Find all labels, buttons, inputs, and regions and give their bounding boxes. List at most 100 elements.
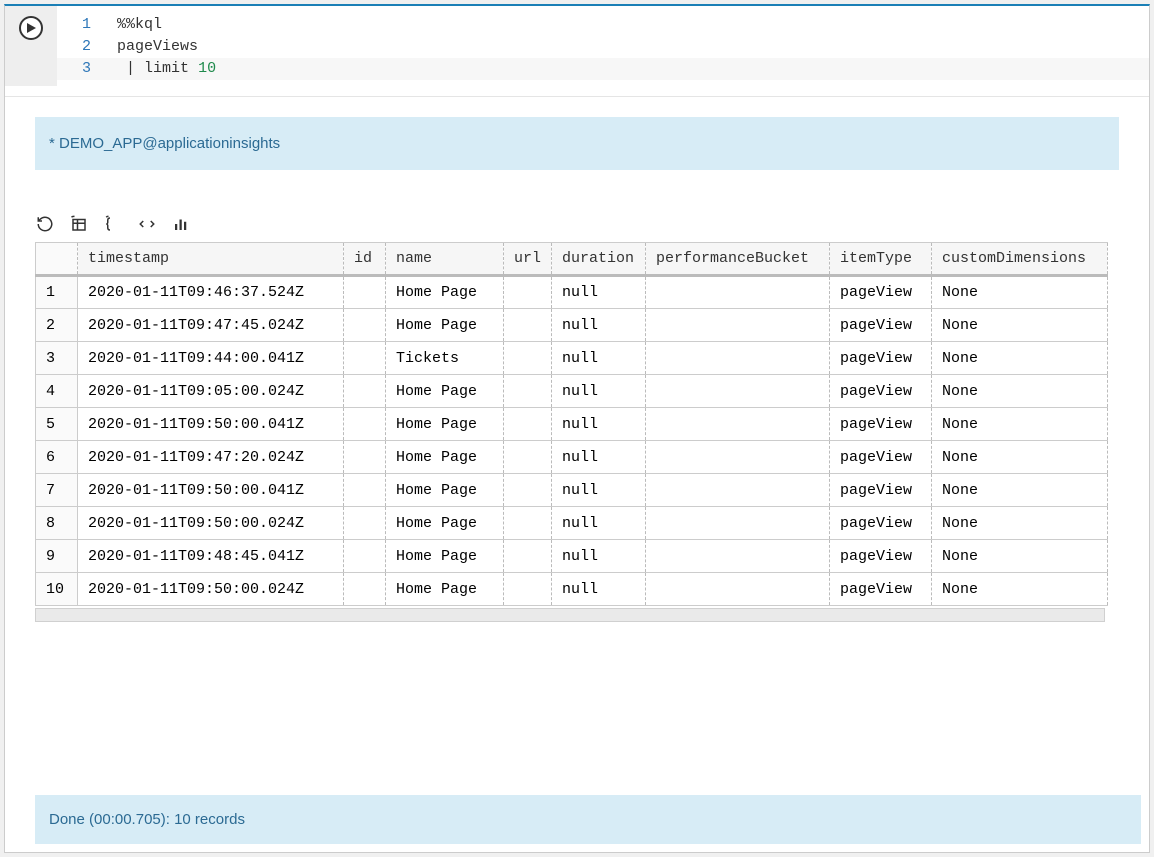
cell-customDimensions: None: [932, 441, 1108, 474]
code-editor[interactable]: 1%%kql2pageViews3 | limit 10: [57, 6, 1149, 96]
cell-name: Home Page: [386, 474, 504, 507]
cell-url: [504, 507, 552, 540]
cell-url: [504, 540, 552, 573]
code-input-area: 1%%kql2pageViews3 | limit 10: [5, 6, 1149, 97]
table-header-row: timestampidnameurldurationperformanceBuc…: [36, 243, 1108, 276]
column-header[interactable]: [36, 243, 78, 276]
table-row[interactable]: 92020-01-11T09:48:45.041ZHome Pagenullpa…: [36, 540, 1108, 573]
chart-icon[interactable]: [171, 214, 191, 234]
cell-id: [344, 507, 386, 540]
cell-customDimensions: None: [932, 507, 1108, 540]
cell-customDimensions: None: [932, 573, 1108, 606]
source-banner: * DEMO_APP@applicationinsights: [35, 117, 1119, 170]
cell-performanceBucket: [646, 375, 830, 408]
play-icon: [26, 23, 36, 33]
cell-name: Home Page: [386, 573, 504, 606]
notebook-cell: 1%%kql2pageViews3 | limit 10 * DEMO_APP@…: [4, 4, 1150, 853]
cell-customDimensions: None: [932, 375, 1108, 408]
row-index: 7: [36, 474, 78, 507]
cell-timestamp: 2020-01-11T09:47:20.024Z: [78, 441, 344, 474]
cell-customDimensions: None: [932, 408, 1108, 441]
cell-timestamp: 2020-01-11T09:44:00.041Z: [78, 342, 344, 375]
cell-id: [344, 573, 386, 606]
cell-performanceBucket: [646, 309, 830, 342]
cell-id: [344, 540, 386, 573]
table-row[interactable]: 72020-01-11T09:50:00.041ZHome Pagenullpa…: [36, 474, 1108, 507]
line-content: pageViews: [117, 36, 1149, 58]
column-header[interactable]: performanceBucket: [646, 243, 830, 276]
cell-name: Home Page: [386, 375, 504, 408]
line-content: %%kql: [117, 14, 1149, 36]
cell-customDimensions: None: [932, 342, 1108, 375]
run-cell-button[interactable]: [19, 16, 43, 40]
column-header[interactable]: name: [386, 243, 504, 276]
cell-performanceBucket: [646, 441, 830, 474]
cell-id: [344, 474, 386, 507]
cell-itemType: pageView: [830, 540, 932, 573]
table-row[interactable]: 82020-01-11T09:50:00.024ZHome Pagenullpa…: [36, 507, 1108, 540]
cell-performanceBucket: [646, 507, 830, 540]
table-row[interactable]: 102020-01-11T09:50:00.024ZHome Pagenullp…: [36, 573, 1108, 606]
line-number: 3: [57, 58, 117, 80]
code-line: 2pageViews: [57, 36, 1149, 58]
cell-name: Home Page: [386, 408, 504, 441]
cell-itemType: pageView: [830, 342, 932, 375]
table-row[interactable]: 12020-01-11T09:46:37.524ZHome Pagenullpa…: [36, 276, 1108, 309]
cell-timestamp: 2020-01-11T09:50:00.024Z: [78, 507, 344, 540]
table-body: 12020-01-11T09:46:37.524Z Home Page null pa…: [36, 276, 1108, 606]
cell-name: Tickets: [386, 342, 504, 375]
cell-id: [344, 441, 386, 474]
table-row[interactable]: 22020-01-11T09:47:45.024ZHome Pagenullpa…: [36, 309, 1108, 342]
cell-customDimensions: None: [932, 540, 1108, 573]
cell-performanceBucket: [646, 573, 830, 606]
horizontal-scrollbar[interactable]: [35, 608, 1105, 622]
to-json-icon[interactable]: [103, 214, 123, 234]
row-index: 1: [36, 276, 78, 309]
cell-itemType: pageView: [830, 375, 932, 408]
table-row[interactable]: 62020-01-11T09:47:20.024ZHome Pagenullpa…: [36, 441, 1108, 474]
cell-itemType: pageView: [830, 309, 932, 342]
cell-url: [504, 276, 552, 309]
row-index: 3: [36, 342, 78, 375]
cell-url: [504, 474, 552, 507]
column-header[interactable]: url: [504, 243, 552, 276]
cell-duration: null: [552, 573, 646, 606]
column-header[interactable]: customDimensions: [932, 243, 1108, 276]
cell-url: [504, 375, 552, 408]
refresh-table-icon[interactable]: [69, 214, 89, 234]
row-index: 10: [36, 573, 78, 606]
cell-id: [344, 375, 386, 408]
cell-duration: null: [552, 507, 646, 540]
cell-duration: null: [552, 276, 646, 309]
cell-url: [504, 573, 552, 606]
expand-icon[interactable]: [137, 214, 157, 234]
column-header[interactable]: id: [344, 243, 386, 276]
output-toolbar: [5, 210, 1149, 242]
cell-duration: null: [552, 342, 646, 375]
column-header[interactable]: itemType: [830, 243, 932, 276]
refresh-data-icon[interactable]: [35, 214, 55, 234]
column-header[interactable]: timestamp: [78, 243, 344, 276]
cell-id: [344, 309, 386, 342]
cell-url: [504, 441, 552, 474]
row-index: 2: [36, 309, 78, 342]
line-number: 2: [57, 36, 117, 58]
cell-customDimensions: None: [932, 309, 1108, 342]
cell-duration: null: [552, 540, 646, 573]
table-row[interactable]: 32020-01-11T09:44:00.041Z Tickets null page…: [36, 342, 1108, 375]
cell-timestamp: 2020-01-11T09:46:37.524Z: [78, 276, 344, 309]
table-row[interactable]: 52020-01-11T09:50:00.041ZHome Pagenullpa…: [36, 408, 1108, 441]
cell-timestamp: 2020-01-11T09:05:00.024Z: [78, 375, 344, 408]
cell-timestamp: 2020-01-11T09:47:45.024Z: [78, 309, 344, 342]
cell-customDimensions: None: [932, 474, 1108, 507]
cell-itemType: pageView: [830, 507, 932, 540]
cell-id: [344, 342, 386, 375]
cell-performanceBucket: [646, 474, 830, 507]
table-row[interactable]: 42020-01-11T09:05:00.024ZHome Pagenullpa…: [36, 375, 1108, 408]
cell-duration: null: [552, 441, 646, 474]
row-index: 9: [36, 540, 78, 573]
cell-url: [504, 342, 552, 375]
row-index: 8: [36, 507, 78, 540]
cell-duration: null: [552, 309, 646, 342]
column-header[interactable]: duration: [552, 243, 646, 276]
